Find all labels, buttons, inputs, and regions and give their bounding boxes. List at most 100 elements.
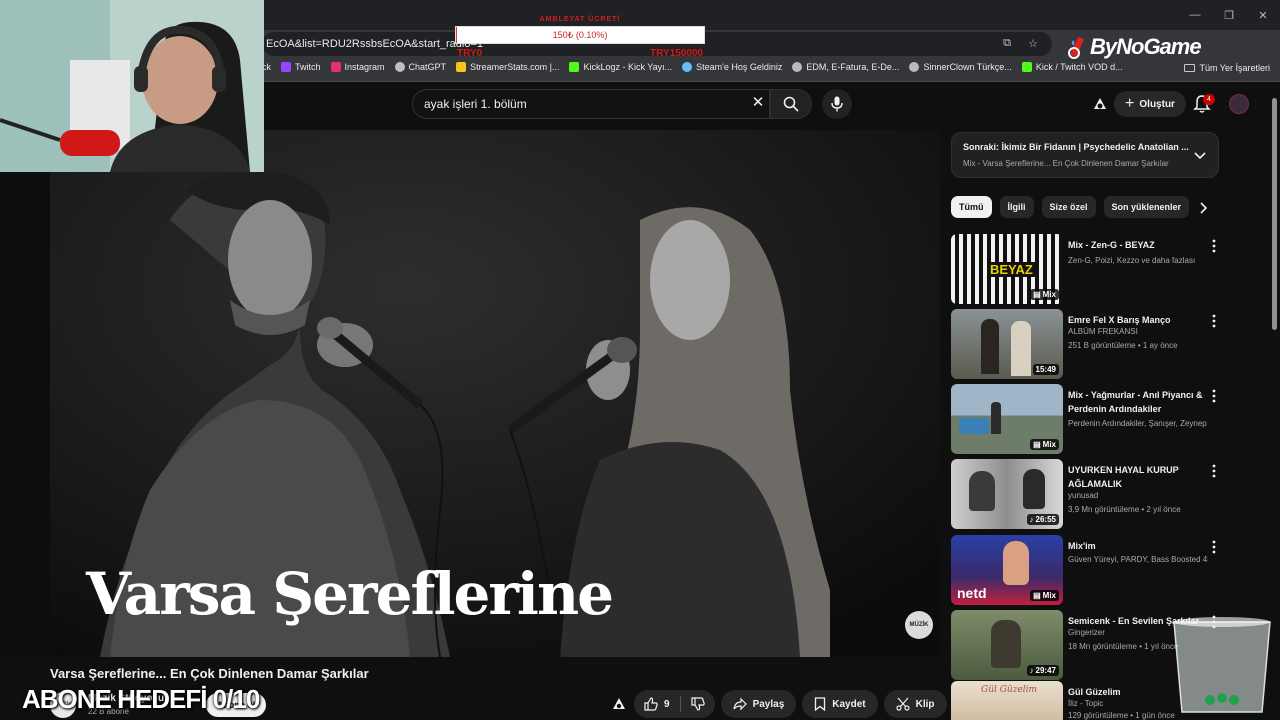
- chip-all[interactable]: Tümü: [951, 196, 992, 218]
- thumbnail-text: BEYAZ: [987, 262, 1036, 277]
- more-vertical-icon[interactable]: [1207, 388, 1221, 404]
- bookmark-star-icon[interactable]: ☆: [1024, 34, 1042, 52]
- all-bookmarks[interactable]: Tüm Yer İşaretleri: [1184, 63, 1270, 73]
- duration-badge: ♪ 26:55: [1026, 514, 1059, 525]
- duration-badge: 15:49: [1032, 364, 1059, 375]
- clip-button[interactable]: Klip: [883, 690, 947, 718]
- video-thumbnail[interactable]: BEYAZ ▤ Mix: [951, 234, 1063, 304]
- person-shape: [1003, 541, 1029, 585]
- goal-progress-bar: 150₺ (0.10%): [455, 26, 705, 44]
- rec-meta: 18 Mn görüntüleme • 1 yıl önce: [1068, 642, 1179, 651]
- more-vertical-icon[interactable]: [1207, 463, 1221, 479]
- cup-overlay-image: [1173, 617, 1271, 713]
- list-item[interactable]: netd ▤ Mix Mix'im Güven Yüreyi, PARDY, Ba…: [951, 535, 1221, 605]
- bookmark-item[interactable]: Kick / Twitch VOD d...: [1021, 62, 1123, 72]
- bookmark-item[interactable]: KickLogz - Kick Yayı...: [569, 62, 672, 72]
- dislike-button[interactable]: [681, 690, 715, 718]
- webcam-feed-image: [0, 0, 264, 172]
- filter-chips: Tümü İlgili Size özel Son yüklenenler: [951, 196, 1190, 218]
- bookmark-item[interactable]: ChatGPT: [394, 62, 446, 72]
- chip-recent[interactable]: Son yüklenenler: [1103, 196, 1190, 218]
- person-shape: [991, 620, 1021, 668]
- person-shape: [1023, 469, 1045, 509]
- chip-related[interactable]: İlgili: [999, 196, 1034, 218]
- person-shape: [1011, 321, 1031, 376]
- rec-title[interactable]: Mix - Yağmurlar - Anıl Piyancı & Perdeni…: [1068, 388, 1208, 416]
- globe-icon: [909, 62, 920, 72]
- folder-icon: [1184, 64, 1196, 72]
- more-vertical-icon[interactable]: [1207, 238, 1221, 254]
- chip-for-you[interactable]: Size özel: [1041, 196, 1096, 218]
- avatar[interactable]: [1229, 94, 1249, 114]
- thumbs-down-icon: [690, 697, 705, 711]
- mix-badge: ▤ Mix: [1030, 590, 1059, 601]
- sparkle-icon[interactable]: [610, 695, 628, 713]
- up-next-subtitle: Mix - Varsa Şereflerine... En Çok Dinlen…: [963, 159, 1169, 168]
- voice-search-button[interactable]: [822, 89, 852, 119]
- channel-watermark[interactable]: MÜZİK: [905, 611, 933, 639]
- rec-title[interactable]: Emre Fel X Barış Manço: [1068, 313, 1208, 327]
- more-vertical-icon[interactable]: [1207, 313, 1221, 329]
- video-thumbnail[interactable]: netd ▤ Mix: [951, 535, 1063, 605]
- up-next-panel[interactable]: Sonraki: İkimiz Bir Fidanın | Psychedeli…: [951, 132, 1219, 178]
- chatgpt-icon: [394, 62, 405, 72]
- search-query[interactable]: ayak işleri 1. bölüm: [424, 97, 527, 111]
- bookmark-item[interactable]: StreamerStats.com |...: [456, 62, 559, 72]
- sparkle-icon[interactable]: [1090, 95, 1110, 113]
- rec-meta: 251 B görüntüleme • 1 ay önce: [1068, 341, 1178, 350]
- share-button[interactable]: Paylaş: [720, 690, 797, 718]
- up-next-title: Sonraki: İkimiz Bir Fidanın | Psychedeli…: [963, 142, 1189, 152]
- video-thumbnail[interactable]: ♪ 29:47: [951, 610, 1063, 680]
- create-button[interactable]: + Oluştur: [1114, 91, 1186, 117]
- like-button[interactable]: 9: [634, 690, 680, 718]
- list-item[interactable]: ▤ Mix Mix - Yağmurlar - Anıl Piyancı & Pe…: [951, 384, 1221, 454]
- thumbs-up-icon: [644, 697, 658, 711]
- steam-icon: [682, 62, 693, 72]
- list-item[interactable]: 15:49 Emre Fel X Barış Manço ALBÜM FREKA…: [951, 309, 1221, 379]
- clear-search-icon[interactable]: ✕: [750, 95, 766, 111]
- rec-channel: Zen-G, Poizi, Kezzo ve daha fazlası: [1068, 256, 1196, 265]
- music-note-icon: ♪: [1029, 666, 1034, 675]
- chevron-right-icon[interactable]: [1196, 201, 1210, 215]
- minimize-icon[interactable]: —: [1178, 0, 1212, 30]
- rec-meta: 3,9 Mn görüntüleme • 2 yıl önce: [1068, 505, 1181, 514]
- close-icon[interactable]: ✕: [1246, 0, 1280, 30]
- mix-badge: ▤ Mix: [1030, 439, 1059, 450]
- rec-title[interactable]: Mix'im: [1068, 539, 1208, 553]
- video-thumbnail[interactable]: ▤ Mix: [951, 384, 1063, 454]
- video-thumbnail[interactable]: Gül Güzelim: [951, 681, 1063, 720]
- rec-channel: ALBÜM FREKANSI: [1068, 327, 1138, 336]
- save-button[interactable]: Kaydet: [802, 690, 878, 718]
- scrollbar-thumb[interactable]: [1272, 98, 1277, 330]
- chevron-down-icon[interactable]: [1192, 147, 1208, 163]
- search-icon: [783, 96, 799, 112]
- video-thumbnail[interactable]: ♪ 26:55: [951, 459, 1063, 529]
- car-shape: [959, 418, 989, 434]
- rec-title[interactable]: UYURKEN HAYAL KURUP AĞLAMALIK: [1068, 463, 1208, 491]
- more-vertical-icon[interactable]: [1207, 539, 1221, 555]
- video-thumbnail[interactable]: 15:49: [951, 309, 1063, 379]
- bookmark-item[interactable]: EDM, E-Fatura, E-De...: [792, 62, 899, 72]
- list-item[interactable]: ♪ 26:55 UYURKEN HAYAL KURUP AĞLAMALIK yun…: [951, 459, 1221, 529]
- plus-icon: +: [1125, 95, 1135, 112]
- bookmark-item[interactable]: SinnerClown Türkçe...: [909, 62, 1012, 72]
- install-app-icon[interactable]: ⧉: [998, 34, 1016, 52]
- bookmark-item[interactable]: Twitch: [281, 62, 321, 72]
- mix-badge: ▤ Mix: [1030, 289, 1059, 300]
- rec-channel: yunusad: [1068, 491, 1099, 500]
- window-controls: — ❐ ✕: [1178, 0, 1280, 30]
- bynogame-icon: [1068, 37, 1084, 59]
- donation-goal-widget: AMBLEYAT ÜCRETİ 150₺ (0.10%) TRY0 TRY150…: [455, 14, 705, 62]
- search-button[interactable]: [770, 89, 812, 119]
- bookmark-item[interactable]: Steam'e Hoş Geldiniz: [682, 62, 782, 72]
- globe-icon: [792, 62, 803, 72]
- restore-icon[interactable]: ❐: [1212, 0, 1246, 30]
- url-text[interactable]: EcOA&list=RDU2RssbsEcOA&start_radio=1: [266, 38, 483, 50]
- list-item[interactable]: BEYAZ ▤ Mix Mix - Zen-G - BEYAZ Zen-G, Po…: [951, 234, 1221, 304]
- music-note-icon: ♪: [1029, 515, 1034, 524]
- playlist-icon: ▤: [1033, 290, 1041, 299]
- bookmark-item[interactable]: Instagram: [330, 62, 385, 72]
- rec-title[interactable]: Mix - Zen-G - BEYAZ: [1068, 238, 1208, 252]
- rec-channel: Güven Yüreyi, PARDY, Bass Boosted 4K v..…: [1068, 555, 1208, 564]
- person-shape: [969, 471, 995, 511]
